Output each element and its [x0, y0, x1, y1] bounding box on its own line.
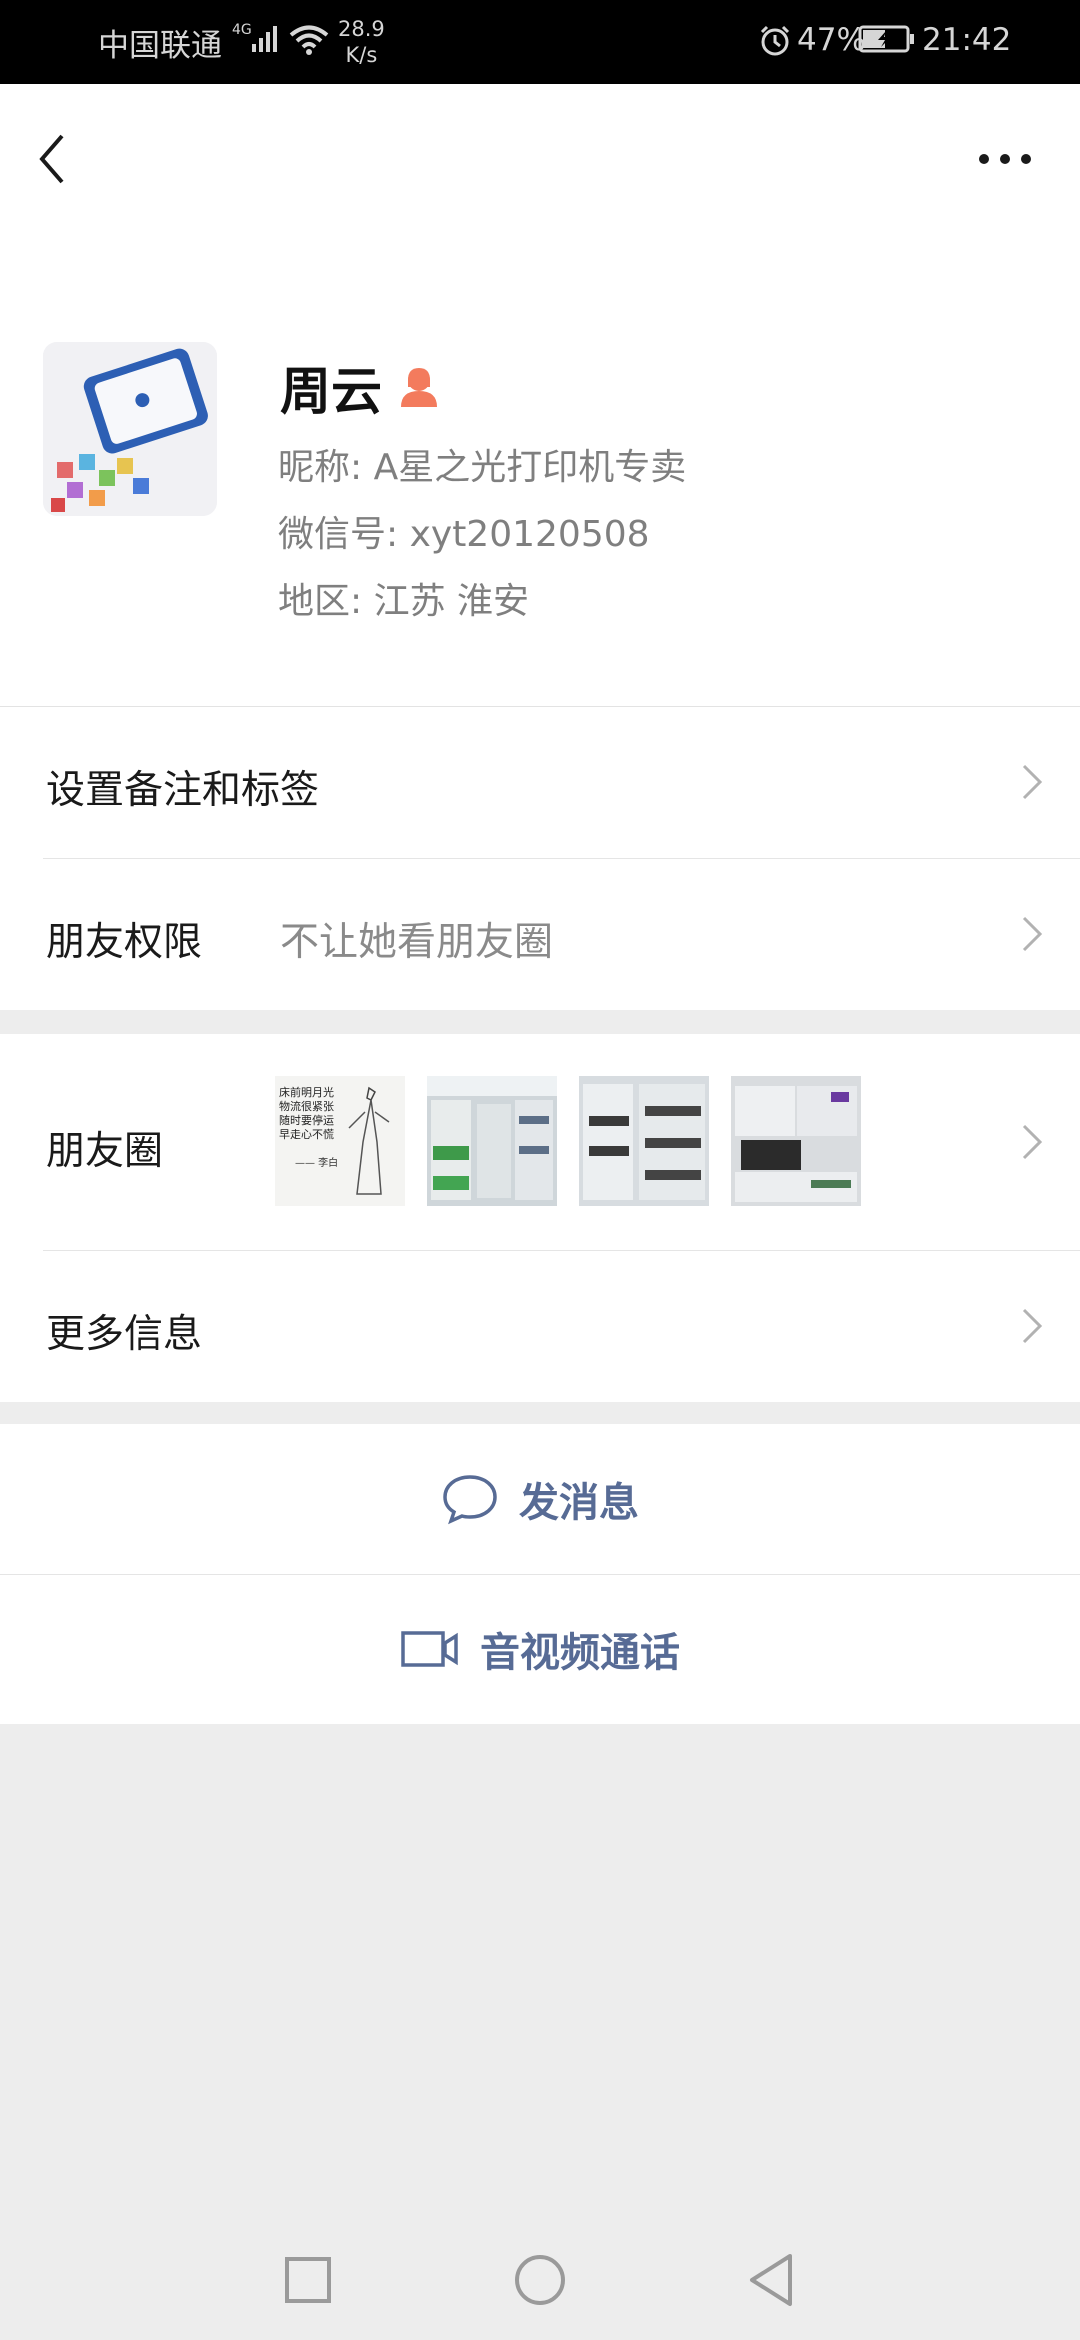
signal-icon [252, 26, 277, 52]
store-shelves-image [427, 1076, 557, 1206]
nickname-label: 昵称: [278, 447, 374, 488]
moments-thumbnails: 床前明月光 物流很紧张 随时要停运 早走心不慌 —— 李白 [275, 1076, 861, 1206]
home-icon[interactable] [510, 2250, 570, 2310]
printer-display-image [731, 1076, 861, 1206]
poem-text: 床前明月光 物流很紧张 随时要停运 早走心不慌 [279, 1086, 334, 1142]
permissions-value: 不让她看朋友圈 [280, 920, 554, 965]
nickname-value: A星之光打印机专卖 [373, 447, 687, 488]
moment-thumb-store-1 [427, 1076, 557, 1206]
wechat-id-value: xyt20120508 [409, 514, 650, 555]
region-label: 地区: [278, 581, 374, 622]
female-icon [401, 368, 438, 407]
system-nav-bar [0, 2220, 1080, 2340]
remark-label: 设置备注和标签 [46, 768, 320, 813]
permissions-label: 朋友权限 [46, 920, 203, 965]
name-row: 周云 [280, 350, 440, 424]
poem-line: 早走心不慌 [279, 1128, 334, 1141]
clock: 21:42 [922, 22, 1012, 58]
more-info-label: 更多信息 [46, 1312, 203, 1357]
chat-bubble-icon [443, 1475, 497, 1525]
video-call-button[interactable]: 音视频通话 [0, 1574, 1080, 1724]
nickname-line: 昵称: A星之光打印机专卖 [278, 438, 686, 490]
carrier-name: 中国联通 [98, 28, 222, 64]
wechat-id-label: 微信号: [278, 514, 410, 555]
moment-thumb-poem: 床前明月光 物流很紧张 随时要停运 早走心不慌 —— 李白 [275, 1076, 405, 1206]
video-call-label: 音视频通话 [480, 1630, 680, 1676]
printer-avatar-image [43, 342, 217, 516]
remark-row[interactable]: 设置备注和标签 [0, 706, 1080, 858]
figure-sketch [348, 1086, 390, 1195]
moments-label: 朋友圈 [46, 1129, 164, 1174]
region-line: 地区: 江苏 淮安 [278, 572, 529, 624]
alarm-icon [760, 25, 790, 56]
contact-name: 周云 [280, 362, 383, 422]
moment-thumb-store-3 [731, 1076, 861, 1206]
more-info-row[interactable]: 更多信息 [0, 1250, 1080, 1402]
status-bar: 中国联通 4G 28.9 K/s 47% 21:42 [0, 0, 1080, 84]
settings-section: 设置备注和标签 朋友权限 不让她看朋友圈 [0, 706, 1080, 1010]
poem-signature: —— 李白 [295, 1158, 339, 1169]
wechat-id-line: 微信号: xyt20120508 [278, 505, 650, 557]
more-dots-icon[interactable] [970, 124, 1040, 194]
chevron-right-icon [1022, 764, 1043, 800]
profile-header: 周云 昵称: A星之光打印机专卖 微信号: xyt20120508 地区: 江苏… [0, 84, 1080, 706]
poem-line: 床前明月光 [279, 1086, 334, 1099]
region-value: 江苏 淮安 [373, 581, 530, 622]
speed-value: 28.9 [338, 17, 385, 41]
moments-row[interactable]: 朋友圈 床前明月光 物流很紧张 随时要停运 早走心不慌 —— 李白 [0, 1034, 1080, 1250]
avatar[interactable] [43, 342, 217, 516]
send-message-button[interactable]: 发消息 [0, 1424, 1080, 1574]
moments-section: 朋友圈 床前明月光 物流很紧张 随时要停运 早走心不慌 —— 李白 更多信息 [0, 1034, 1080, 1402]
wifi-icon [289, 25, 329, 55]
store-boxes-image [579, 1076, 709, 1206]
network-speed: 28.9 K/s [338, 16, 385, 68]
network-type: 4G [232, 22, 252, 38]
battery-charging-icon [858, 25, 914, 53]
chevron-right-icon [1022, 1124, 1043, 1160]
battery-percent: 47% [797, 22, 866, 58]
chevron-right-icon [1022, 1308, 1043, 1344]
video-camera-icon [401, 1631, 458, 1667]
chevron-right-icon [1022, 916, 1043, 952]
recent-apps-icon[interactable] [278, 2250, 338, 2310]
permissions-row[interactable]: 朋友权限 不让她看朋友圈 [0, 858, 1080, 1010]
back-button[interactable] [30, 124, 80, 194]
actions-section: 发消息 音视频通话 [0, 1424, 1080, 1724]
back-nav-icon[interactable] [742, 2250, 802, 2310]
speed-unit: K/s [345, 43, 378, 67]
send-message-label: 发消息 [519, 1480, 639, 1526]
poem-line: 物流很紧张 [279, 1100, 334, 1113]
moment-thumb-store-2 [579, 1076, 709, 1206]
poem-line: 随时要停运 [279, 1114, 334, 1127]
